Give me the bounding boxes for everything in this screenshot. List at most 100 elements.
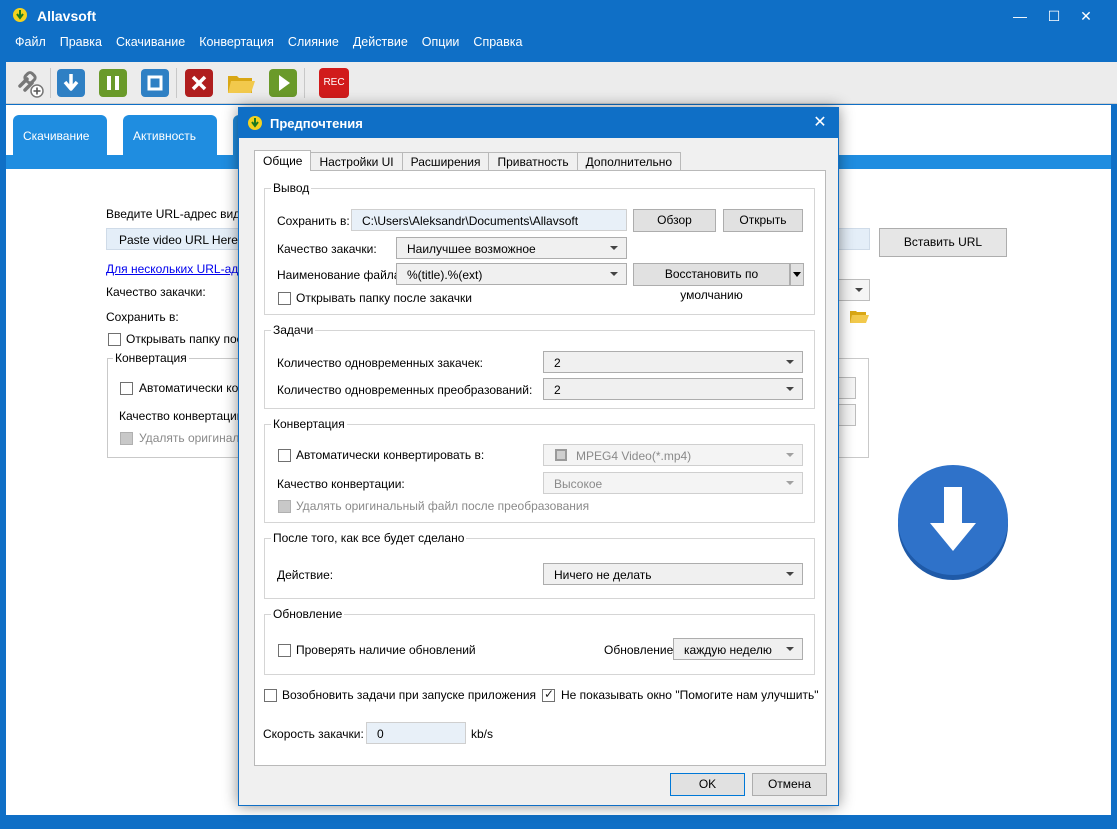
action-select[interactable]: Ничего не делать xyxy=(543,563,803,585)
menu-file[interactable]: Файл xyxy=(8,33,53,53)
tab-activity[interactable]: Активность xyxy=(123,115,217,169)
tasks-group: Задачи Количество одновременных закачек:… xyxy=(264,323,815,409)
after-done-group-title: После того, как все будет сделано xyxy=(271,531,467,545)
speed-input[interactable]: 0 xyxy=(366,722,466,744)
menu-edit[interactable]: Правка xyxy=(53,33,109,53)
delete-icon[interactable] xyxy=(184,68,214,98)
resume-tasks-checkbox[interactable] xyxy=(264,689,277,702)
download-quality-select[interactable]: Наилучшее возможное xyxy=(396,237,627,259)
menu-options[interactable]: Опции xyxy=(415,33,467,53)
main-conversion-quality-select[interactable] xyxy=(836,404,856,426)
no-help-window-checkbox[interactable] xyxy=(542,687,555,702)
no-help-window-label: Не показывать окно "Помогите нам улучшит… xyxy=(561,688,819,702)
arrow-down-icon xyxy=(930,487,976,551)
download-quality-label: Качество закачки: xyxy=(277,242,377,256)
add-url-icon[interactable] xyxy=(14,68,44,98)
url-prompt: Введите URL-адрес видео xyxy=(106,207,254,221)
minimize-button[interactable]: — xyxy=(1003,4,1037,28)
multi-url-link[interactable]: Для нескольких URL-адре xyxy=(106,262,252,276)
speed-unit: kb/s xyxy=(471,727,494,741)
delete-original-checkbox[interactable] xyxy=(278,500,291,513)
main-auto-convert-checkbox[interactable] xyxy=(120,382,133,395)
toolbar-separator xyxy=(304,68,305,98)
auto-convert-checkbox[interactable] xyxy=(278,449,291,462)
chevron-down-icon xyxy=(786,360,794,364)
save-path-field[interactable]: C:\Users\Aleksandr\Documents\Allavsoft xyxy=(351,209,627,231)
download-icon[interactable] xyxy=(56,68,86,98)
menu-convert[interactable]: Конвертация xyxy=(192,33,281,53)
restore-defaults-button[interactable]: Восстановить по умолчанию xyxy=(633,263,790,302)
chevron-down-icon xyxy=(786,647,794,651)
menu-merge[interactable]: Слияние xyxy=(281,33,346,53)
video-file-icon xyxy=(555,449,567,461)
title-bar: Allavsoft — ☐ ✕ xyxy=(0,0,1117,32)
output-group-title: Вывод xyxy=(271,181,312,195)
stop-icon[interactable] xyxy=(140,68,170,98)
open-folder-icon[interactable] xyxy=(226,68,256,98)
menu-download[interactable]: Скачивание xyxy=(109,33,192,53)
main-save-label: Сохранить в: xyxy=(106,310,179,324)
toolbar: REC xyxy=(6,62,1117,104)
tab-general[interactable]: Общие xyxy=(254,150,312,171)
main-delete-original-checkbox[interactable] xyxy=(120,432,133,445)
tab-ui-settings[interactable]: Настройки UI xyxy=(310,152,403,171)
file-naming-select[interactable]: %(title).%(ext) xyxy=(396,263,627,285)
main-conversion-group-title: Конвертация xyxy=(113,351,189,365)
cancel-button[interactable]: Отмена xyxy=(752,773,827,796)
check-updates-label: Проверять наличие обновлений xyxy=(296,643,476,657)
main-convert-format-select[interactable] xyxy=(836,377,856,399)
chevron-down-icon xyxy=(610,272,618,276)
close-button[interactable]: ✕ xyxy=(1069,4,1103,28)
tab-extensions[interactable]: Расширения xyxy=(401,152,490,171)
concurrent-downloads-label: Количество одновременных закачек: xyxy=(277,356,483,370)
app-title: Allavsoft xyxy=(37,8,97,24)
concurrent-downloads-select[interactable]: 2 xyxy=(543,351,803,373)
folder-icon[interactable] xyxy=(849,308,869,324)
tab-advanced[interactable]: Дополнительно xyxy=(576,152,682,171)
main-delete-original-label: Удалять оригинал xyxy=(139,431,240,445)
record-icon[interactable]: REC xyxy=(319,68,349,98)
main-open-folder-label: Открывать папку посл xyxy=(126,332,250,346)
check-updates-checkbox[interactable] xyxy=(278,644,291,657)
big-download-button[interactable] xyxy=(898,465,1008,575)
restore-defaults-dropdown[interactable] xyxy=(790,263,804,286)
concurrent-conversions-select[interactable]: 2 xyxy=(543,378,803,400)
pause-icon[interactable] xyxy=(98,68,128,98)
menu-action[interactable]: Действие xyxy=(346,33,415,53)
toolbar-separator xyxy=(50,68,51,98)
play-icon[interactable] xyxy=(268,68,298,98)
main-quality-label: Качество закачки: xyxy=(106,285,206,299)
tab-download[interactable]: Скачивание xyxy=(13,115,107,169)
output-group: Вывод Сохранить в: C:\Users\Aleksandr\Do… xyxy=(264,181,815,315)
file-naming-value: %(title).%(ext) xyxy=(407,268,483,282)
concurrent-conversions-value: 2 xyxy=(554,383,561,397)
update-frequency-label: Обновление xyxy=(604,643,674,657)
browse-button[interactable]: Обзор xyxy=(633,209,716,232)
open-button[interactable]: Открыть xyxy=(723,209,803,232)
auto-convert-format-select[interactable]: MPEG4 Video(*.mp4) xyxy=(543,444,803,466)
update-group-title: Обновление xyxy=(271,607,345,621)
update-frequency-select[interactable]: каждую неделю xyxy=(673,638,803,660)
app-logo-icon xyxy=(13,8,27,22)
dialog-close-button[interactable]: ✕ xyxy=(805,111,835,135)
menu-help[interactable]: Справка xyxy=(466,33,529,53)
delete-original-label: Удалять оригинальный файл после преобраз… xyxy=(296,499,590,513)
ok-button[interactable]: OK xyxy=(670,773,745,796)
main-conversion-quality-label: Качество конвертации: xyxy=(119,409,247,423)
file-naming-label: Наименование файла: xyxy=(277,268,404,282)
paste-url-button[interactable]: Вставить URL xyxy=(879,228,1007,257)
conversion-quality-label: Качество конвертации: xyxy=(277,477,405,491)
concurrent-conversions-label: Количество одновременных преобразований: xyxy=(277,383,533,397)
after-done-group: После того, как все будет сделано Действ… xyxy=(264,531,815,599)
chevron-down-icon xyxy=(786,453,794,457)
open-after-download-checkbox[interactable] xyxy=(278,292,291,305)
auto-convert-label: Автоматически конвертировать в: xyxy=(296,448,485,462)
preferences-dialog: Предпочтения ✕ Общие Настройки UI Расшир… xyxy=(238,107,839,806)
main-open-folder-checkbox[interactable] xyxy=(108,333,121,346)
conversion-quality-select[interactable]: Высокое xyxy=(543,472,803,494)
menu-bar: Файл Правка Скачивание Конвертация Слиян… xyxy=(8,33,529,53)
maximize-button[interactable]: ☐ xyxy=(1037,4,1071,28)
tasks-group-title: Задачи xyxy=(271,323,316,337)
tab-privacy[interactable]: Приватность xyxy=(488,152,578,171)
action-value: Ничего не делать xyxy=(554,568,652,582)
